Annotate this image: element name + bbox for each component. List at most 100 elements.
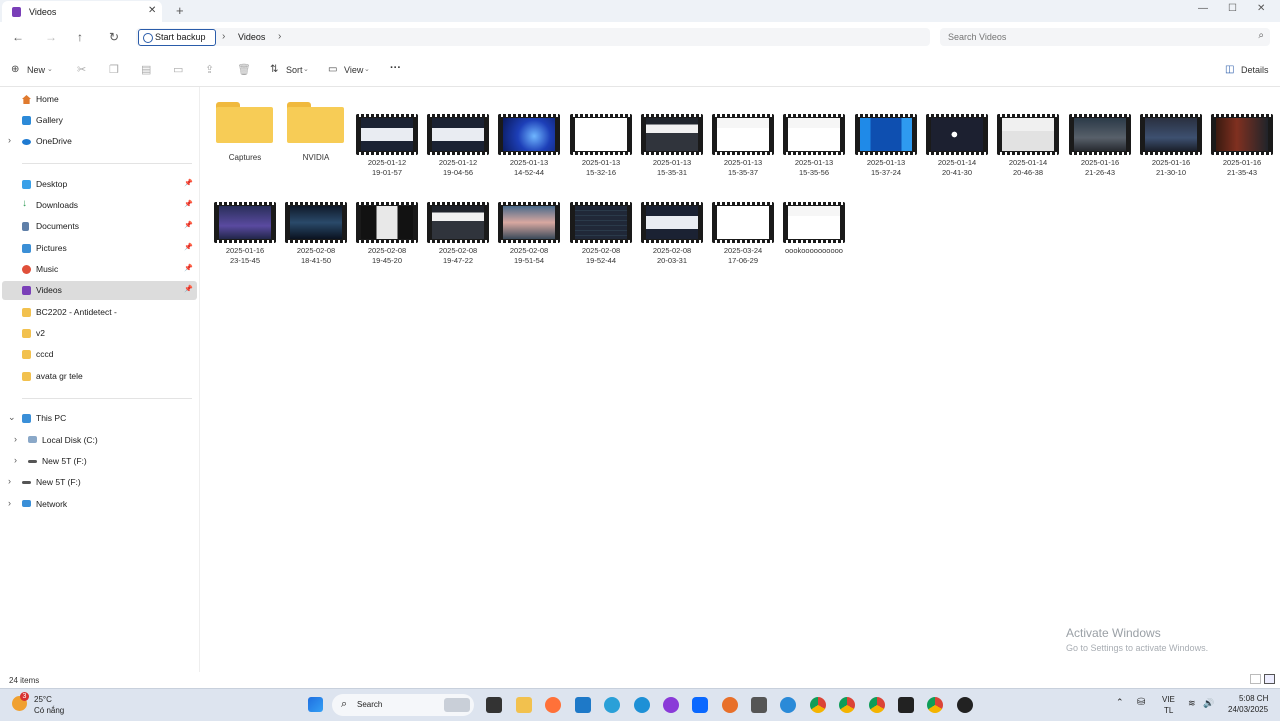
- sidebar-item-desktop[interactable]: Desktop 📌: [2, 175, 197, 194]
- sidebar-item-local-disk[interactable]: › Local Disk (C:): [2, 431, 197, 450]
- pin-icon[interactable]: 📌: [184, 221, 193, 229]
- sidebar-item-pictures[interactable]: Pictures 📌: [2, 239, 197, 258]
- delete-icon[interactable]: 🗑: [237, 63, 251, 76]
- chrome-icon[interactable]: [839, 697, 855, 713]
- pin-icon[interactable]: 📌: [184, 285, 193, 293]
- app-blue-icon[interactable]: [780, 697, 796, 713]
- chevron-right-icon[interactable]: ›: [8, 476, 11, 486]
- chevron-right-icon[interactable]: ›: [14, 455, 17, 465]
- file-explorer-icon[interactable]: [516, 697, 532, 713]
- forward-icon[interactable]: →: [45, 30, 57, 44]
- sidebar-item-cccd[interactable]: cccd: [2, 345, 197, 364]
- sidebar-item-avata[interactable]: avata gr tele: [2, 367, 197, 386]
- tray-app-icon[interactable]: ⛁: [1137, 697, 1145, 708]
- sidebar-item-network[interactable]: › Network: [2, 495, 197, 514]
- back-icon[interactable]: ←: [12, 30, 24, 44]
- weather-desc[interactable]: Có nắng: [34, 706, 64, 715]
- large-icons-view-icon[interactable]: [1264, 674, 1275, 684]
- volume-icon[interactable]: 🔊: [1203, 698, 1214, 709]
- sidebar-item-label: Home: [36, 94, 59, 104]
- tab-close-button[interactable]: ✕: [148, 5, 156, 16]
- sort-button[interactable]: Sort: [286, 65, 303, 75]
- pin-icon[interactable]: 📌: [184, 264, 193, 272]
- video-name: 2025-02-08 19-51-54: [497, 246, 561, 266]
- search-box[interactable]: ⌕: [940, 28, 1270, 46]
- cut-icon[interactable]: ✂: [77, 63, 86, 76]
- tab-videos[interactable]: Videos ✕: [2, 1, 162, 22]
- film-perforation: [997, 152, 1059, 155]
- clock-date[interactable]: 24/03/2025: [1228, 705, 1268, 714]
- video-frame: [503, 118, 555, 151]
- chevron-up-icon[interactable]: ⌃: [1116, 697, 1124, 708]
- chevron-right-icon[interactable]: ›: [14, 434, 17, 444]
- sidebar-item-label: Pictures: [36, 243, 67, 253]
- sidebar-item-downloads[interactable]: ↓ Downloads 📌: [2, 196, 197, 215]
- chevron-right-icon[interactable]: ›: [8, 135, 11, 145]
- start-icon[interactable]: [308, 697, 323, 712]
- start-backup-button[interactable]: Start backup: [138, 29, 216, 46]
- more-options-button[interactable]: ···: [390, 62, 401, 74]
- app-icon[interactable]: [751, 697, 767, 713]
- chrome-icon[interactable]: [869, 697, 885, 713]
- close-button[interactable]: ✕: [1257, 3, 1265, 14]
- clock-time[interactable]: 5:08 CH: [1239, 694, 1268, 703]
- new-tab-button[interactable]: +: [176, 3, 184, 18]
- sidebar-item-gallery[interactable]: Gallery: [2, 111, 197, 130]
- zalo-icon[interactable]: [692, 697, 708, 713]
- wifi-icon[interactable]: ≋: [1188, 698, 1196, 709]
- sidebar-item-documents[interactable]: Documents 📌: [2, 217, 197, 236]
- sidebar-item-new5t-b[interactable]: › New 5T (F:): [2, 473, 197, 492]
- view-button[interactable]: View: [344, 65, 363, 75]
- details-view-icon[interactable]: [1250, 674, 1261, 684]
- chrome-icon[interactable]: [810, 697, 826, 713]
- search-input[interactable]: [948, 30, 1238, 44]
- task-view-icon[interactable]: [486, 697, 502, 713]
- rename-icon[interactable]: ▭: [173, 63, 183, 76]
- telegram-icon[interactable]: [604, 697, 620, 713]
- paste-icon[interactable]: ▤: [141, 63, 151, 76]
- breadcrumb-videos[interactable]: Videos: [238, 32, 265, 42]
- app-circle-icon[interactable]: [663, 697, 679, 713]
- chevron-right-icon[interactable]: ›: [8, 498, 11, 508]
- search-icon[interactable]: ⌕: [1258, 30, 1264, 41]
- video-name-line2: 21-26-43: [1084, 168, 1116, 177]
- language-layout[interactable]: TL: [1164, 706, 1173, 715]
- sidebar-item-onedrive[interactable]: › OneDrive: [2, 132, 197, 151]
- taskbar-search[interactable]: ⌕ Search: [332, 694, 474, 716]
- chevron-right-icon[interactable]: ›: [278, 31, 281, 42]
- sidebar-item-label: Music: [36, 264, 59, 274]
- sidebar-item-home[interactable]: Home: [2, 90, 197, 109]
- folder-icon: [216, 102, 273, 143]
- details-button[interactable]: Details: [1241, 65, 1269, 75]
- language-code[interactable]: VIE: [1162, 695, 1175, 704]
- pin-icon[interactable]: 📌: [184, 200, 193, 208]
- chrome-icon[interactable]: [927, 697, 943, 713]
- terminal-icon[interactable]: [898, 697, 914, 713]
- video-thumbnail: [498, 114, 560, 155]
- chevron-down-icon[interactable]: ⌄: [8, 412, 16, 423]
- new-button[interactable]: New: [27, 65, 45, 75]
- minimize-button[interactable]: —: [1198, 3, 1208, 14]
- refresh-icon[interactable]: ↻: [109, 30, 119, 44]
- pin-icon[interactable]: 📌: [184, 179, 193, 187]
- sidebar-item-v2[interactable]: v2: [2, 324, 197, 343]
- firefox-icon[interactable]: [545, 697, 561, 713]
- copy-icon[interactable]: ❐: [109, 63, 119, 76]
- up-icon[interactable]: ↑: [77, 30, 83, 44]
- search-app-icon[interactable]: [722, 697, 738, 713]
- sidebar-item-bc2202[interactable]: BC2202 - Antidetect -: [2, 303, 197, 322]
- pin-icon[interactable]: 📌: [184, 243, 193, 251]
- app-dark-icon[interactable]: [957, 697, 973, 713]
- chevron-right-icon[interactable]: ›: [222, 31, 225, 42]
- vscode-icon[interactable]: [575, 697, 591, 713]
- video-name: 2025-01-12 19-01-57: [355, 158, 419, 178]
- maximize-button[interactable]: ☐: [1228, 3, 1237, 14]
- edge-icon[interactable]: [634, 697, 650, 713]
- sidebar-item-new5t-a[interactable]: › New 5T (F:): [2, 452, 197, 471]
- video-name-line1: 2025-01-16: [1080, 158, 1120, 167]
- sidebar-item-music[interactable]: Music 📌: [2, 260, 197, 279]
- sidebar-item-videos[interactable]: Videos 📌: [2, 281, 197, 300]
- sidebar-item-this-pc[interactable]: ⌄ This PC: [2, 409, 197, 428]
- share-icon[interactable]: ⇪: [205, 63, 214, 76]
- weather-temp[interactable]: 25°C: [34, 695, 52, 704]
